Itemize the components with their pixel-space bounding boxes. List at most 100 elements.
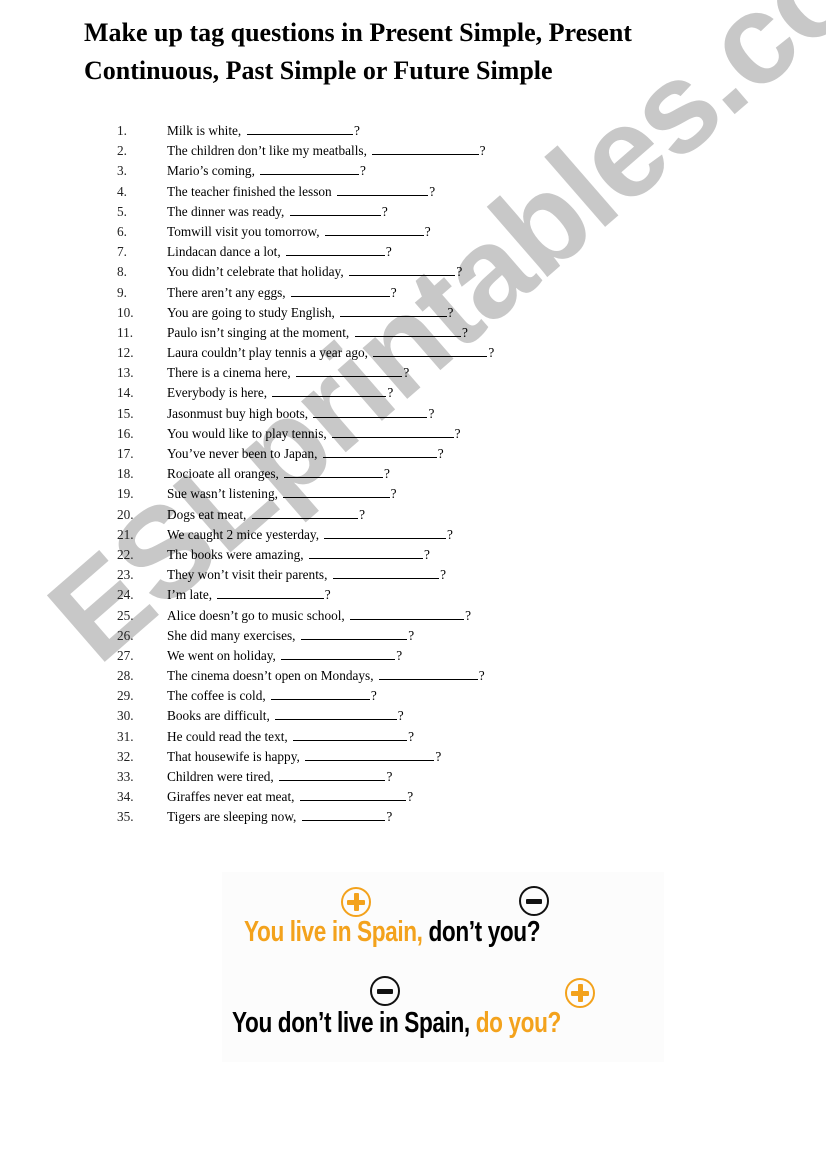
item-sentence: The cinema doesn’t open on Mondays, ? [167,666,485,686]
item-sentence: The teacher finished the lesson ? [167,182,435,202]
item-sentence: He could read the text, ? [167,727,414,747]
exercise-item: 13. There is a cinema here, ? [117,363,677,383]
question-mark: ? [381,203,388,219]
question-mark: ? [385,244,392,260]
answer-blank[interactable] [332,424,454,438]
question-mark: ? [461,324,468,340]
answer-blank[interactable] [324,222,424,236]
exercise-item: 7. Lindacan dance a lot, ? [117,242,677,262]
exercise-item: 23. They won’t visit their parents, ? [117,565,677,585]
question-mark: ? [424,223,431,239]
rule-statement: You live in Spain, [244,916,423,948]
answer-blank[interactable] [299,787,407,802]
exercise-item: 8. You didn’t celebrate that holiday, ? [117,262,677,282]
item-sentence: They won’t visit their parents, ? [167,565,446,585]
answer-blank[interactable] [296,363,403,378]
exercise-item: 12. Laura couldn’t play tennis a year ago… [117,343,677,363]
answer-blank[interactable] [286,242,385,257]
question-mark: ? [384,466,390,482]
item-sentence: Books are difficult, ? [167,706,404,726]
item-number: 10. [117,304,134,320]
answer-blank[interactable] [354,323,461,337]
rule-statement: You don’t live in Spain, [232,1007,470,1039]
item-sentence: There aren’t any eggs, ? [167,283,397,303]
question-mark: ? [423,546,430,562]
question-mark: ? [437,446,444,461]
answer-blank[interactable] [308,545,423,559]
answer-blank[interactable] [260,161,360,176]
answer-blank[interactable] [271,686,370,701]
tag-question-rule-image: You live in Spain, don’t you? You don’t … [222,872,664,1062]
item-number: 13. [117,365,134,381]
item-sentence: We caught 2 mice yesterday, ? [167,525,453,545]
exercise-item: 14. Everybody is here, ? [117,383,677,403]
question-mark: ? [447,304,454,320]
item-sentence: Giraffes never eat meat, ? [167,787,413,807]
sentence-text: Milk is white, [167,123,242,138]
answer-blank[interactable] [378,666,478,681]
item-number: 20. [117,506,134,522]
sentence-text: Books are difficult, [167,708,270,724]
answer-blank[interactable] [348,262,456,277]
answer-blank[interactable] [293,727,408,741]
answer-blank[interactable] [300,626,408,640]
question-mark: ? [488,345,495,361]
answer-blank[interactable] [281,646,396,660]
exercise-item: 3. Mario’s coming, ? [117,161,677,181]
item-number: 31. [117,728,134,744]
item-number: 21. [117,526,134,542]
item-sentence: Sue wasn’t listening, ? [167,484,397,504]
question-mark: ? [465,607,471,623]
item-number: 34. [117,789,134,805]
answer-blank[interactable] [313,404,428,418]
answer-blank[interactable] [340,303,447,317]
exercise-item: 34. Giraffes never eat meat, ? [117,787,677,807]
answer-blank[interactable] [289,202,381,216]
exercise-item: 11. Paulo isn’t singing at the moment, ? [117,323,677,343]
answer-blank[interactable] [373,343,488,358]
answer-blank[interactable] [283,484,390,499]
sentence-text: You’ve never been to Japan, [167,446,318,461]
item-sentence: Mario’s coming, ? [167,161,366,181]
sentence-text: They won’t visit their parents, [167,567,328,583]
question-mark: ? [390,486,397,502]
answer-blank[interactable] [337,182,429,196]
sentence-text: Rocioate all oranges, [167,466,279,482]
item-number: 32. [117,748,134,764]
item-sentence: Rocioate all oranges, ? [167,464,390,484]
sentence-text: Tigers are sleeping now, [167,809,297,825]
answer-blank[interactable] [290,283,390,297]
exercise-list: 1. Milk is white, ? 2. The children don’t l… [117,121,677,828]
question-mark: ? [386,769,393,784]
worksheet-page: ESLprintables.com Make up tag questions … [0,0,826,1169]
answer-blank[interactable] [301,807,386,822]
item-number: 33. [117,769,134,784]
answer-blank[interactable] [275,706,397,721]
sentence-text: You are going to study English, [167,304,335,320]
answer-blank[interactable] [246,121,353,135]
plus-sign-icon [565,978,595,1008]
sentence-text: We caught 2 mice yesterday, [167,526,320,542]
question-mark: ? [403,365,410,381]
answer-blank[interactable] [332,565,440,580]
answer-blank[interactable] [279,767,386,781]
exercise-item: 26. She did many exercises, ? [117,626,677,646]
answer-blank[interactable] [284,464,383,479]
answer-blank[interactable] [272,383,387,398]
sentence-text: You would like to play tennis, [167,425,327,441]
question-mark: ? [407,789,414,805]
item-sentence: Children were tired, ? [167,767,392,787]
rule-example-negative: You don’t live in Spain, do you? [232,1007,561,1040]
sentence-text: Paulo isn’t singing at the moment, [167,324,350,340]
answer-blank[interactable] [251,505,359,519]
answer-blank[interactable] [350,606,465,620]
answer-blank[interactable] [372,141,479,156]
answer-blank[interactable] [324,525,446,539]
question-mark: ? [429,183,436,199]
answer-blank[interactable] [217,585,324,600]
exercise-item: 9. There aren’t any eggs, ? [117,283,677,303]
sentence-text: Alice doesn’t go to music school, [167,607,345,623]
exercise-item: 1. Milk is white, ? [117,121,677,141]
answer-blank[interactable] [305,747,435,761]
answer-blank[interactable] [322,444,437,458]
